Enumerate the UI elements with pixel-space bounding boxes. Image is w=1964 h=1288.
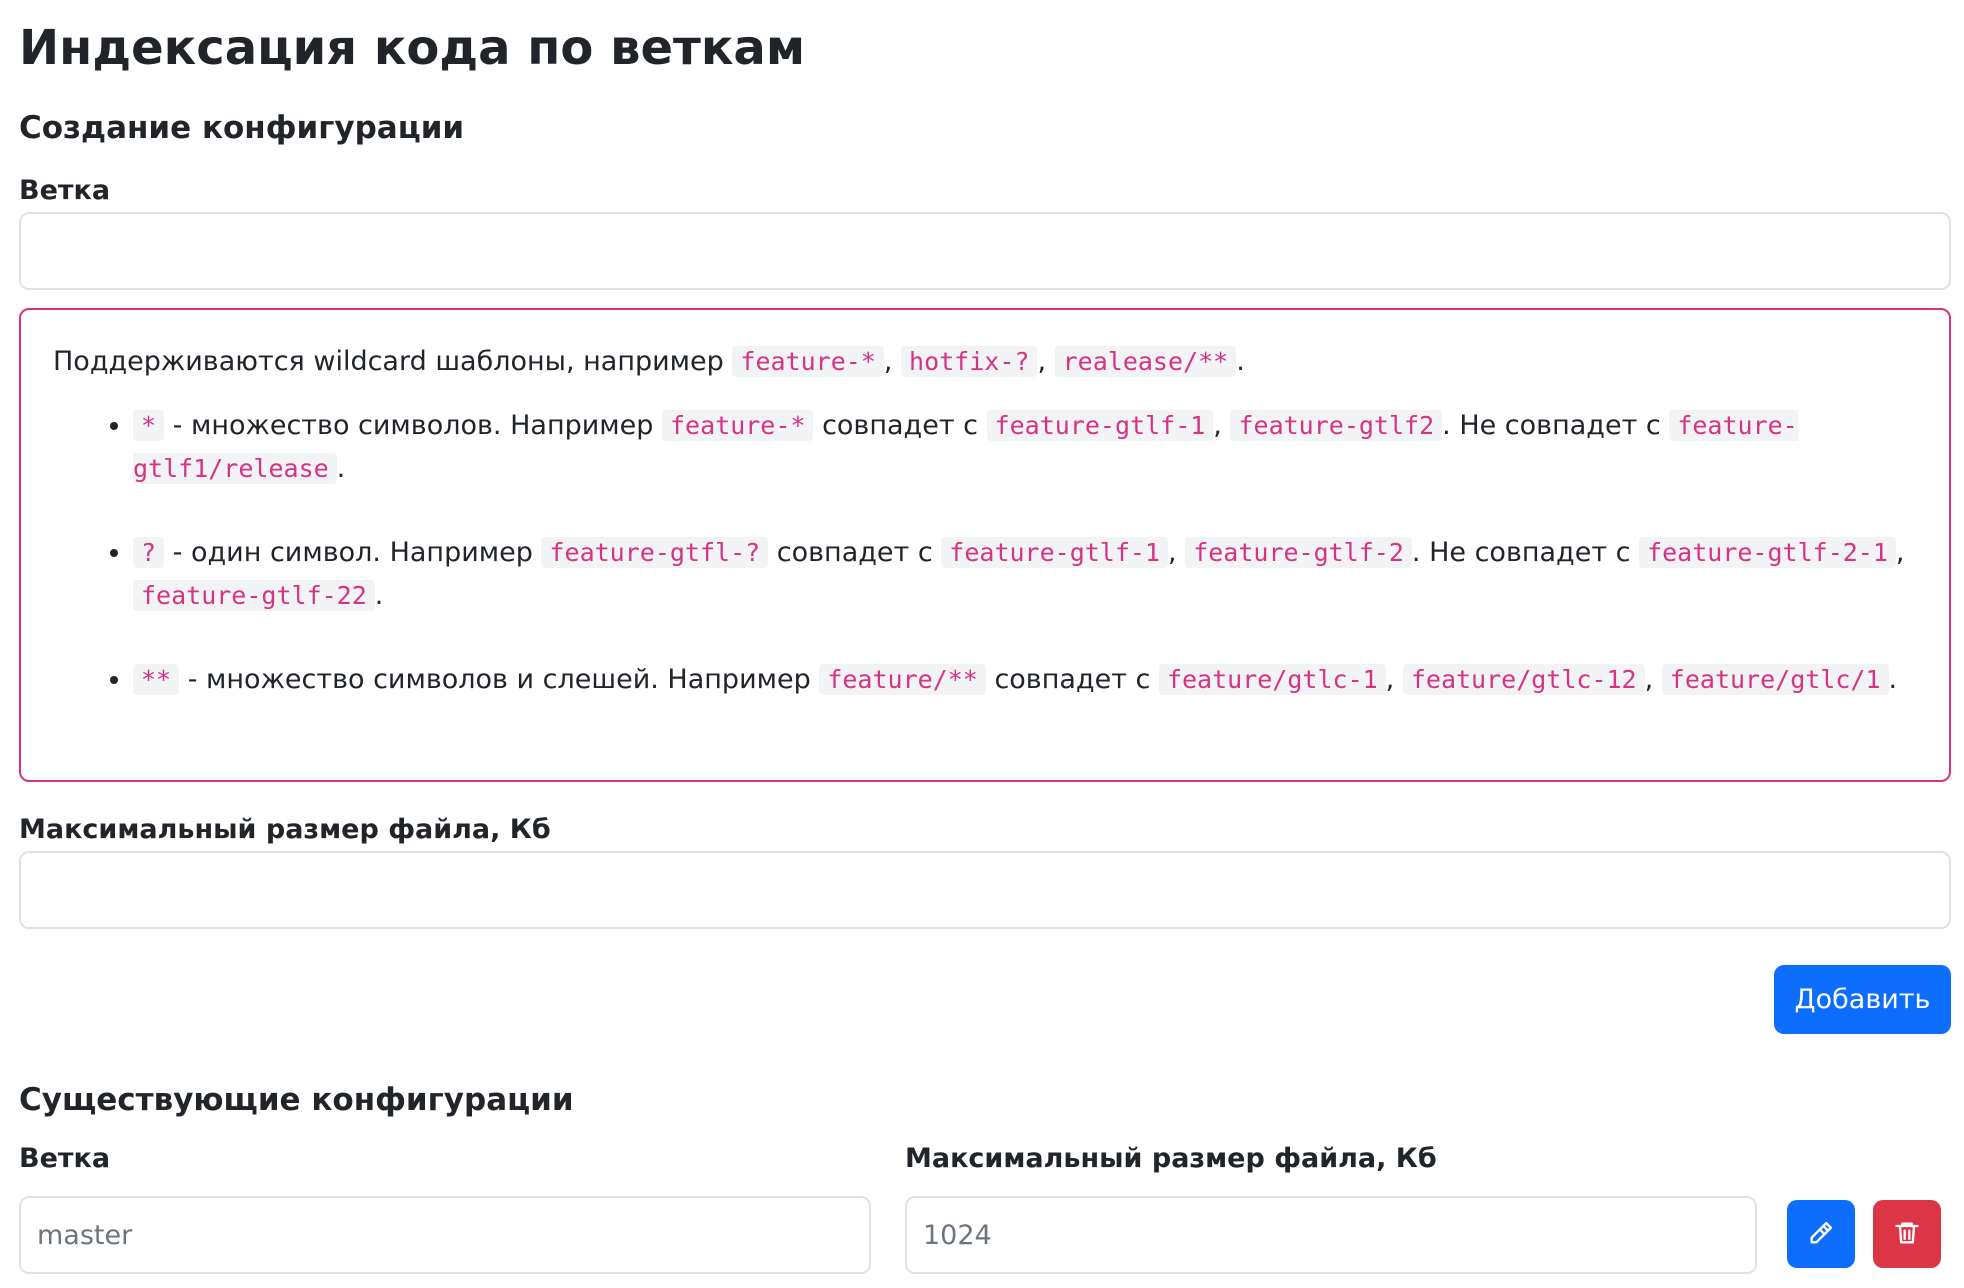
code-example: feature-gtfl-? [541, 537, 769, 568]
wildcard-hint: Поддерживаются wildcard шаблоны, наприме… [19, 308, 1951, 782]
existing-branch-input[interactable] [19, 1196, 871, 1274]
delete-button[interactable] [1873, 1200, 1941, 1268]
max-size-label: Максимальный размер файла, Кб [19, 814, 551, 845]
code-match: feature-gtlf-1 [986, 410, 1214, 441]
code-example: hotfix-? [901, 346, 1038, 377]
code-pattern: ** [133, 664, 180, 695]
pencil-icon [1807, 1219, 1835, 1250]
code-example: realease/** [1054, 346, 1237, 377]
page-title: Индексация кода по веткам [19, 20, 806, 76]
code-match: feature-gtlf2 [1230, 410, 1443, 441]
code-example: feature-* [732, 346, 884, 377]
add-button[interactable]: Добавить [1774, 965, 1951, 1034]
create-heading: Создание конфигурации [19, 110, 465, 146]
code-pattern: * [133, 410, 165, 441]
code-example: feature/** [819, 664, 986, 695]
code-example: feature-* [662, 410, 814, 441]
code-nonmatch: feature-gtlf-2-1 [1639, 537, 1896, 568]
hint-intro: Поддерживаются wildcard шаблоны, наприме… [53, 346, 1245, 377]
wildcard-item: ** - множество символов и слешей. Наприм… [133, 658, 1919, 701]
existing-heading: Существующие конфигурации [19, 1082, 574, 1118]
branch-input[interactable] [19, 212, 1951, 290]
code-match: feature-gtlf-1 [941, 537, 1169, 568]
existing-branch-label: Ветка [19, 1143, 111, 1174]
code-nonmatch: feature-gtlf-22 [133, 580, 375, 611]
existing-max-size-label: Максимальный размер файла, Кб [905, 1143, 1437, 1174]
wildcard-item: * - множество символов. Например feature… [133, 404, 1919, 490]
trash-icon [1893, 1219, 1921, 1250]
edit-button[interactable] [1787, 1200, 1855, 1268]
branch-label: Ветка [19, 175, 111, 206]
code-match: feature/gtlc/1 [1661, 664, 1889, 695]
code-match: feature/gtlc-12 [1402, 664, 1645, 695]
existing-max-size-input[interactable] [905, 1196, 1757, 1274]
code-match: feature/gtlc-1 [1158, 664, 1386, 695]
wildcard-list: * - множество символов. Например feature… [53, 404, 1919, 701]
wildcard-item: ? - один символ. Например feature-gtfl-?… [133, 531, 1919, 617]
code-match: feature-gtlf-2 [1185, 537, 1412, 568]
code-pattern: ? [133, 537, 165, 568]
max-size-input[interactable] [19, 851, 1951, 929]
